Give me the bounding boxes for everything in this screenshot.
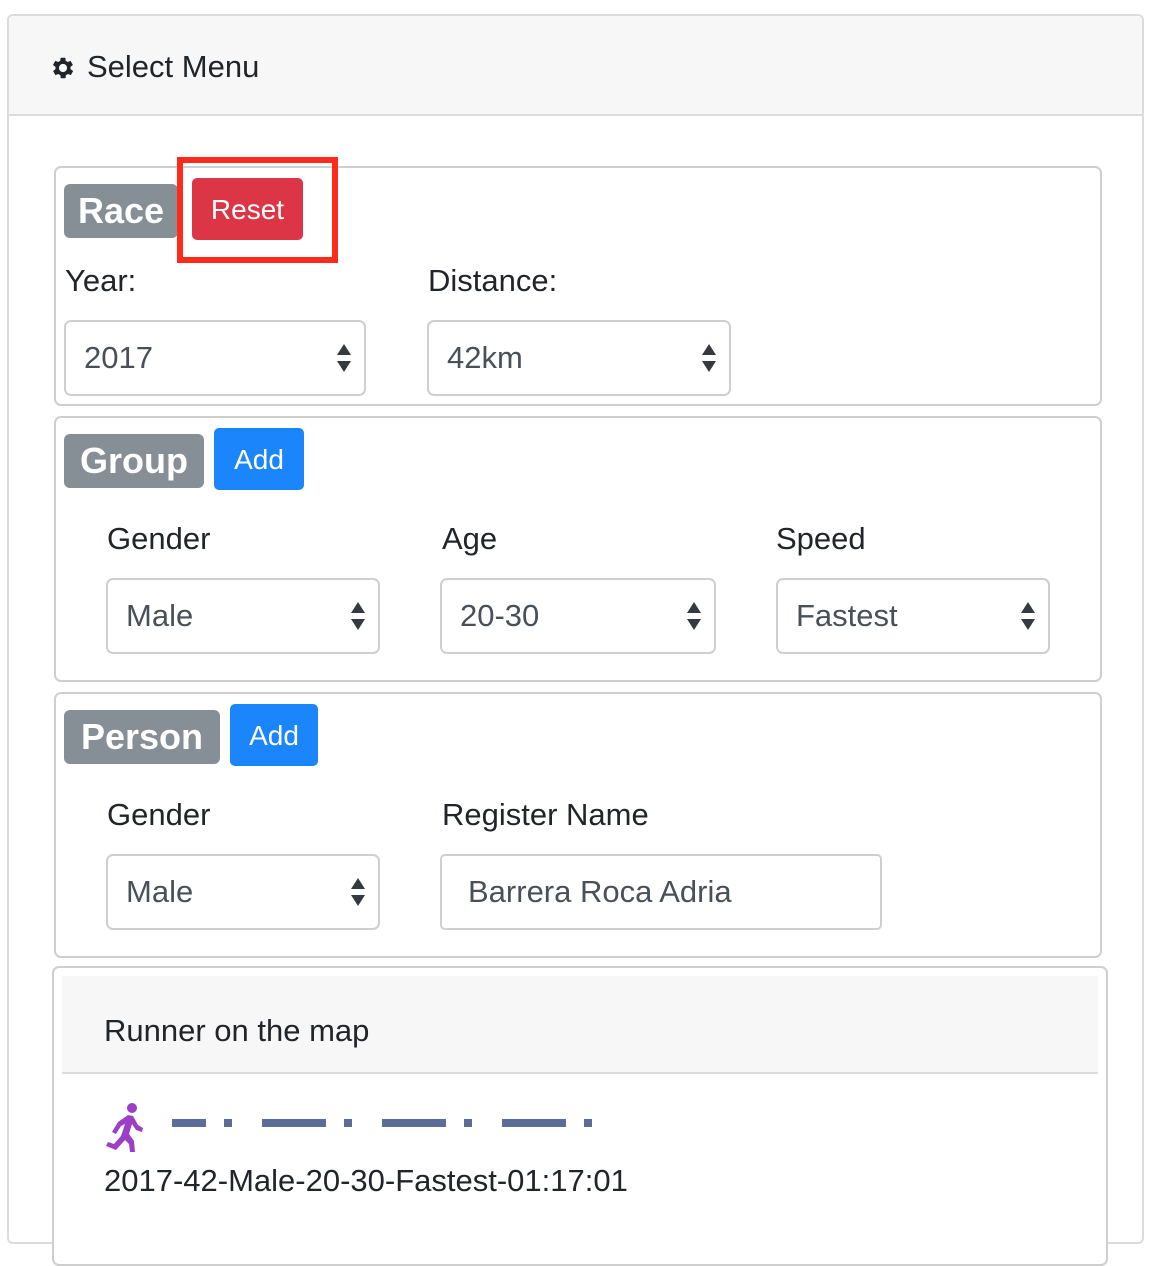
route-line [172,1119,592,1127]
group-badge: Group [64,434,204,488]
group-age-select[interactable]: 20-30 [440,578,716,654]
select-arrows-icon [351,602,365,630]
runner-entry: 2017-42-Male-20-30-Fastest-01:17:01 [104,1163,628,1198]
gear-icon [52,57,74,79]
select-arrows-icon [687,602,701,630]
register-name-label: Register Name [442,797,649,832]
race-section: Race Reset Year: Distance: 2017 42km [54,157,1102,406]
select-arrows-icon [1021,602,1035,630]
running-person-icon [106,1103,143,1152]
race-badge: Race [64,184,178,238]
distance-select-value: 42km [447,340,523,375]
group-add-button[interactable]: Add [214,428,304,490]
group-age-value: 20-30 [460,598,540,633]
map-title: Runner on the map [104,1013,370,1048]
reset-button[interactable]: Reset [192,178,303,240]
runner-map-card: Runner on the map 2017-42-Male-20-30-Fas… [52,966,1108,1266]
person-section: Person Add Gender Register Name Male Bar… [54,692,1102,958]
group-gender-select[interactable]: Male [106,578,380,654]
year-select[interactable]: 2017 [64,320,366,396]
person-badge: Person [64,710,220,764]
person-add-button[interactable]: Add [230,704,318,766]
map-header: Runner on the map [62,976,1098,1074]
group-section: Group Add Gender Age Speed Male 20-30 Fa… [54,416,1102,682]
card-header: Select Menu [9,16,1142,116]
group-age-label: Age [442,521,498,556]
register-name-input[interactable]: Barrera Roca Adria [440,854,882,930]
group-speed-select[interactable]: Fastest [776,578,1050,654]
group-gender-value: Male [126,598,194,633]
group-gender-label: Gender [107,521,211,556]
person-gender-select[interactable]: Male [106,854,380,930]
person-gender-label: Gender [107,797,211,832]
group-speed-label: Speed [776,521,866,556]
select-arrows-icon [351,878,365,906]
year-label: Year: [65,263,137,298]
distance-label: Distance: [428,263,558,298]
group-speed-value: Fastest [796,598,898,633]
card-title: Select Menu [87,49,260,84]
select-arrows-icon [337,344,351,372]
distance-select[interactable]: 42km [427,320,731,396]
select-arrows-icon [702,344,716,372]
year-select-value: 2017 [84,340,153,375]
person-gender-value: Male [126,874,194,909]
